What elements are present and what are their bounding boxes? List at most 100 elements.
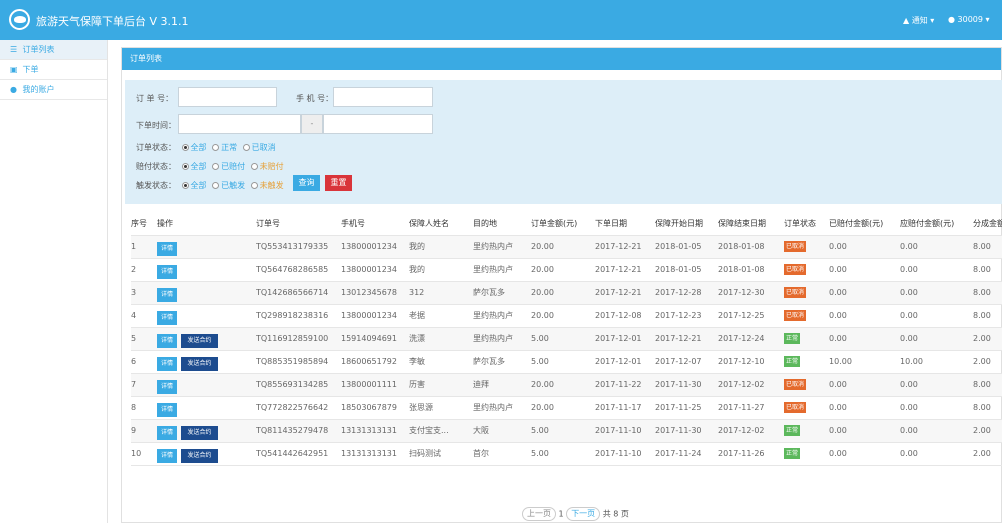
sidebar-item-my-account[interactable]: ● 我的账户 — [0, 80, 107, 100]
detail-button[interactable]: 详情 — [157, 380, 177, 394]
sidebar-item-label: 我的账户 — [22, 85, 55, 94]
column-header: 保障人姓名 — [409, 218, 449, 228]
cell-order-no: TQ811435279478 — [256, 418, 341, 442]
cell-order-no: TQ772822576642 — [256, 395, 341, 419]
radio-order-status-normal[interactable] — [212, 144, 220, 151]
cell-amount: 5.00 — [531, 418, 595, 442]
cell-amount: 20.00 — [531, 372, 595, 396]
row-index: 9 — [131, 418, 157, 442]
cell-start: 2017-11-30 — [655, 418, 718, 442]
detail-button[interactable]: 详情 — [157, 357, 177, 371]
reset-button[interactable]: 重置 — [325, 175, 352, 191]
radio-trigger-status-all[interactable] — [181, 182, 189, 189]
user-menu[interactable]: ● 30009 ▾ — [948, 15, 990, 24]
cell-phone: 13131313131 — [341, 418, 409, 442]
cell-order-no: TQ142686566714 — [256, 280, 341, 304]
cell-phone: 13131313131 — [341, 441, 409, 466]
radio-trigger-status-not-triggered[interactable] — [250, 182, 258, 189]
panel-title: 订单列表 — [122, 48, 1001, 70]
detail-button[interactable]: 详情 — [157, 311, 177, 325]
radio-trigger-status-triggered[interactable] — [212, 182, 220, 189]
detail-button[interactable]: 详情 — [157, 265, 177, 279]
radio-order-status-all[interactable] — [181, 144, 189, 151]
column-header: 操作 — [157, 218, 173, 228]
cart-icon: ▣ — [10, 65, 18, 74]
cell-share: 8.00 — [973, 234, 1002, 258]
send-contract-button[interactable]: 发送合约 — [181, 426, 218, 440]
next-page-button[interactable]: 下一页 — [566, 507, 601, 521]
detail-button[interactable]: 详情 — [157, 426, 177, 440]
row-actions: 详情 发送合约 — [157, 441, 256, 466]
detail-button[interactable]: 详情 — [157, 288, 177, 302]
cell-order-date: 2017-11-17 — [595, 395, 655, 419]
sidebar: ☰ 订单列表 ▣ 下单 ● 我的账户 — [0, 40, 108, 523]
cell-amount: 20.00 — [531, 234, 595, 258]
cell-start: 2017-12-28 — [655, 280, 718, 304]
chevron-down-icon: ▾ — [930, 16, 935, 25]
row-index: 1 — [131, 234, 157, 258]
option-label: 全部 — [190, 181, 207, 190]
orders-table: 序号 操作 订单号 手机号 保障人姓名 目的地 订单金额(元) 下单日期 保障开始日期 保障结束日… — [131, 212, 1002, 466]
cell-dest: 首尔 — [473, 441, 531, 466]
column-header: 序号 — [131, 218, 147, 228]
order-time-end-input[interactable] — [323, 114, 433, 134]
detail-button[interactable]: 详情 — [157, 334, 177, 348]
detail-button[interactable]: 详情 — [157, 242, 177, 256]
cell-payable: 0.00 — [900, 441, 973, 466]
send-contract-button[interactable]: 发送合约 — [181, 449, 218, 463]
status-badge: 已取消 — [784, 287, 807, 298]
sidebar-item-order-list[interactable]: ☰ 订单列表 — [0, 40, 107, 60]
cell-amount: 5.00 — [531, 441, 595, 466]
detail-button[interactable]: 详情 — [157, 449, 177, 463]
status-badge: 已取消 — [784, 402, 807, 413]
radio-pay-status-all[interactable] — [181, 163, 189, 170]
notification-menu[interactable]: ▲ 通知 ▾ — [903, 15, 934, 26]
cell-dest: 迪拜 — [473, 372, 531, 396]
cell-payable: 0.00 — [900, 234, 973, 258]
phone-input[interactable] — [333, 87, 433, 107]
detail-button[interactable]: 详情 — [157, 403, 177, 417]
status-badge: 正常 — [784, 333, 801, 344]
cell-payable: 0.00 — [900, 326, 973, 350]
radio-pay-status-unpaid[interactable] — [250, 163, 258, 170]
search-button[interactable]: 查询 — [293, 175, 320, 191]
cell-status: 已取消 — [784, 234, 829, 258]
cell-phone: 13800001111 — [341, 372, 409, 396]
cell-payable: 0.00 — [900, 303, 973, 327]
cell-share: 8.00 — [973, 257, 1002, 281]
cell-share: 2.00 — [973, 418, 1002, 442]
cell-name: 李敏 — [409, 349, 473, 373]
sidebar-item-place-order[interactable]: ▣ 下单 — [0, 60, 107, 80]
cell-name: 历害 — [409, 372, 473, 396]
table-row: 3 详情 TQ142686566714 13012345678 312 萨尔瓦多 20.00… — [131, 280, 1002, 304]
cell-order-date: 2017-12-08 — [595, 303, 655, 327]
radio-pay-status-paid[interactable] — [212, 163, 220, 170]
pay-status-label: 赔付状态： — [136, 162, 176, 171]
option-label: 未赔付 — [259, 162, 284, 171]
cell-dest: 里约热内卢 — [473, 395, 531, 419]
cell-dest: 里约热内卢 — [473, 234, 531, 258]
cell-status: 已取消 — [784, 395, 829, 419]
row-actions: 详情 — [157, 303, 256, 327]
prev-page-button[interactable]: 上一页 — [522, 507, 556, 521]
cell-amount: 5.00 — [531, 349, 595, 373]
table-row: 2 详情 TQ564768286585 13800001234 我的 里约热内卢 20.00… — [131, 257, 1002, 281]
cell-name: 扫码测试 — [409, 441, 473, 466]
radio-order-status-cancelled[interactable] — [242, 144, 250, 151]
table-row: 5 详情 发送合约 TQ116912859100 15914094691 洗漂 里约热内卢 5… — [131, 326, 1002, 350]
column-header: 订单号 — [256, 218, 280, 228]
cell-start: 2018-01-05 — [655, 234, 718, 258]
cell-phone: 18600651792 — [341, 349, 409, 373]
order-time-start-input[interactable] — [178, 114, 301, 134]
column-header: 应赔付金额(元) — [900, 218, 955, 228]
send-contract-button[interactable]: 发送合约 — [181, 334, 218, 348]
cell-end: 2017-12-30 — [718, 280, 784, 304]
cell-dest: 里约热内卢 — [473, 303, 531, 327]
cell-order-no: TQ564768286585 — [256, 257, 341, 281]
column-header: 保障开始日期 — [655, 218, 703, 228]
order-no-input[interactable] — [178, 87, 277, 107]
status-badge: 正常 — [784, 448, 801, 459]
cell-dest: 里约热内卢 — [473, 326, 531, 350]
cell-paid: 0.00 — [829, 418, 900, 442]
send-contract-button[interactable]: 发送合约 — [181, 357, 218, 371]
